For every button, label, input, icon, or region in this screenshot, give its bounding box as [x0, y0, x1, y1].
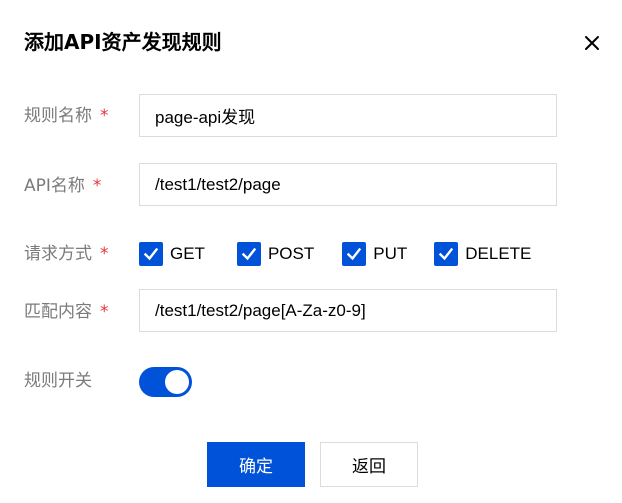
- rule-switch-label: 规则开关: [24, 371, 92, 391]
- dialog-title: 添加API资产发现规则: [24, 30, 222, 54]
- api-name-input[interactable]: [139, 163, 557, 206]
- required-mark: *: [100, 106, 109, 126]
- method-label-post: POST: [267, 244, 315, 263]
- api-name-label-text: API名称: [24, 176, 85, 196]
- method-checkbox-delete[interactable]: DELETE: [434, 242, 531, 266]
- checkbox-checked-icon: [342, 242, 367, 266]
- method-checkbox-post[interactable]: POST: [236, 242, 315, 266]
- method-checkbox-get[interactable]: GET: [139, 242, 205, 266]
- api-name-label: API名称 *: [24, 174, 101, 198]
- required-mark: *: [100, 302, 109, 322]
- toggle-knob: [165, 370, 189, 394]
- required-mark: *: [100, 244, 109, 264]
- rule-name-label: 规则名称 *: [24, 104, 109, 128]
- checkbox-checked-icon: [139, 242, 163, 266]
- rule-switch-toggle[interactable]: [139, 367, 192, 397]
- rule-name-input[interactable]: [139, 94, 557, 137]
- confirm-button[interactable]: 确定: [207, 442, 305, 487]
- method-label-delete: DELETE: [465, 244, 532, 263]
- request-method-group: GET POST PUT DELETE: [139, 240, 531, 268]
- method-label-get: GET: [170, 244, 205, 263]
- match-content-label: 匹配内容 *: [24, 300, 109, 324]
- add-api-discovery-rule-dialog: 添加API资产发现规则 规则名称 * API名称 * 请求方式 * GET POST: [0, 0, 622, 503]
- method-checkbox-put[interactable]: PUT: [342, 242, 407, 266]
- checkbox-checked-icon: [434, 242, 459, 266]
- request-method-label: 请求方式 *: [24, 242, 109, 266]
- back-button[interactable]: 返回: [320, 442, 418, 487]
- close-button[interactable]: [579, 30, 605, 56]
- rule-name-label-text: 规则名称: [24, 106, 92, 126]
- request-method-label-text: 请求方式: [24, 244, 92, 264]
- close-icon: [585, 36, 599, 50]
- checkbox-checked-icon: [236, 242, 261, 266]
- match-content-label-text: 匹配内容: [24, 302, 92, 322]
- method-label-put: PUT: [373, 244, 408, 263]
- match-content-input[interactable]: [139, 289, 557, 332]
- required-mark: *: [92, 176, 102, 196]
